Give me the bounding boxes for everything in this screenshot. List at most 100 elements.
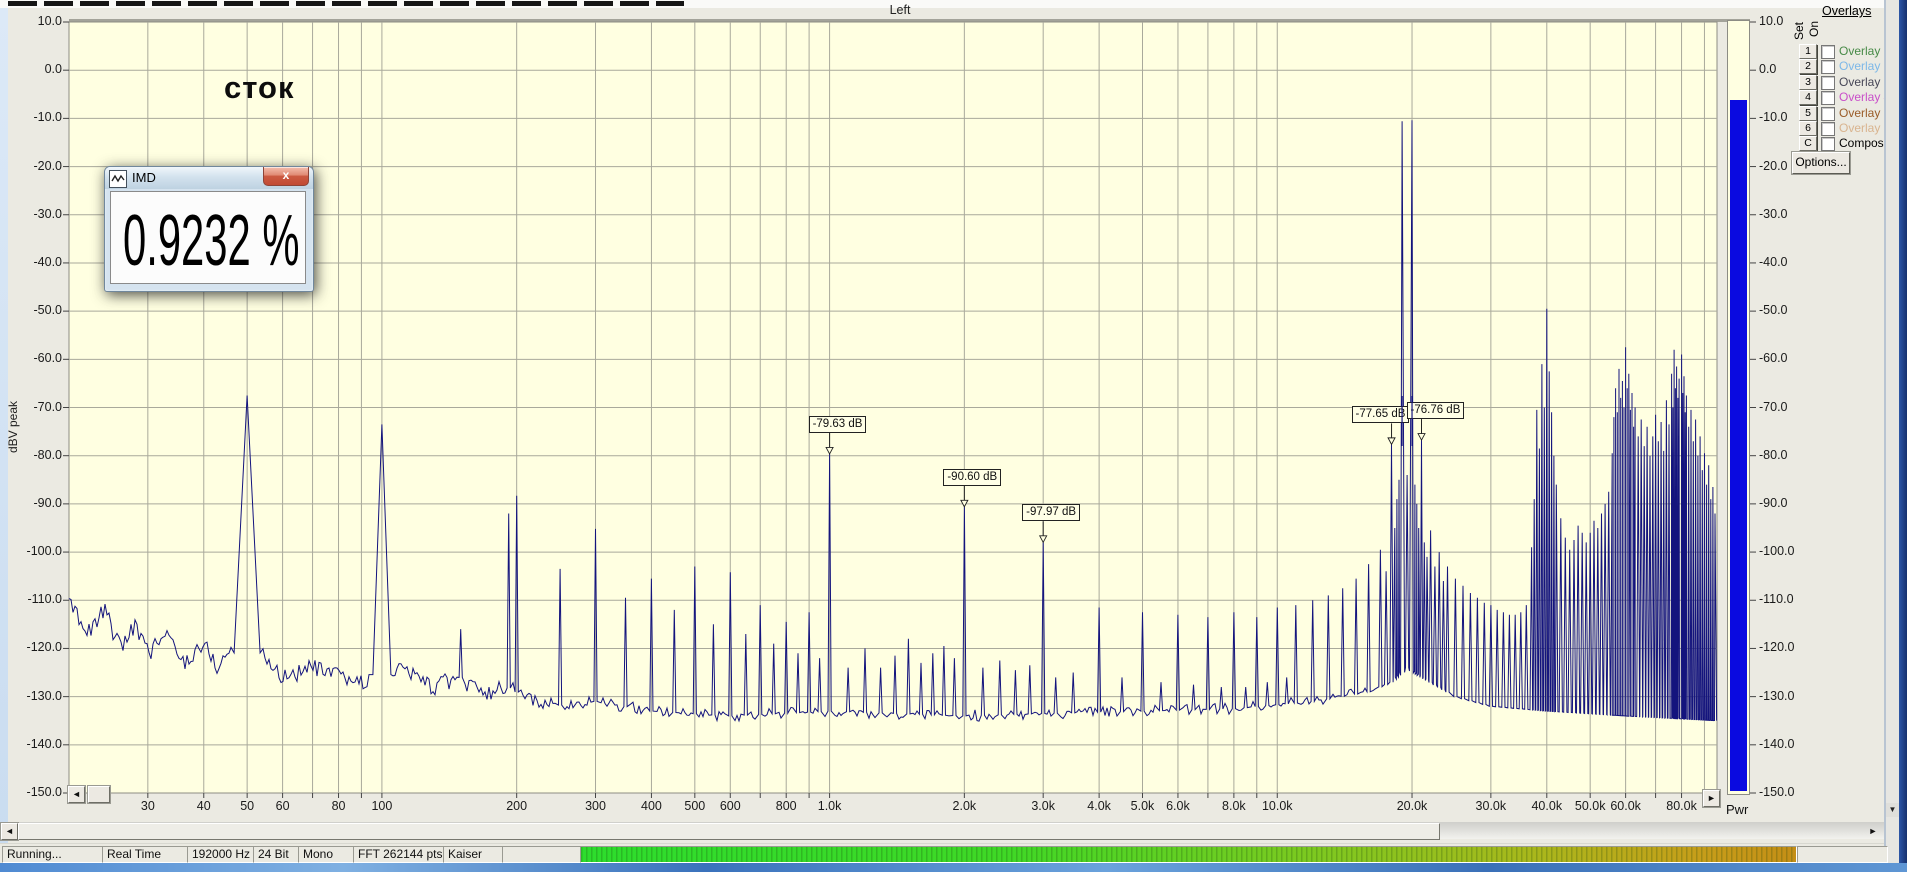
x-tick-label: 1.0k: [817, 799, 842, 813]
overlay-label-3: Overlay 3: [1839, 74, 1891, 89]
y-tick-label-right: -110.0: [1759, 592, 1794, 607]
y-tick-label-right: -60.0: [1759, 351, 1788, 366]
x-tick-label: 100: [371, 799, 393, 813]
overlays-set-column-label: Set: [1792, 21, 1807, 41]
window-border: [1899, 0, 1907, 872]
y-tick-label-right: -80.0: [1759, 447, 1788, 462]
y-tick-label: -120.0: [26, 640, 62, 655]
y-tick-label: -60.0: [33, 351, 63, 366]
overlay-set-button-5[interactable]: 5: [1799, 105, 1817, 121]
overlay-label-2: Overlay 2: [1839, 59, 1891, 74]
y-tick-label: -20.0: [33, 158, 63, 173]
overlay-set-button-C[interactable]: C: [1799, 136, 1817, 152]
overlay-on-checkbox-4[interactable]: [1821, 91, 1835, 106]
imd-dialog-titlebar[interactable]: IMD x: [105, 167, 313, 189]
y-tick-label-right: -100.0: [1759, 544, 1795, 559]
y-tick-label-right: -50.0: [1759, 303, 1788, 318]
peak-marker-label: -77.65 dB: [1351, 406, 1410, 424]
overlay-label-C: Composit: [1839, 136, 1890, 151]
overlay-set-button-1[interactable]: 1: [1799, 44, 1817, 59]
hscroll-right-button[interactable]: ►: [1866, 825, 1880, 837]
y-tick-label-right: -40.0: [1759, 254, 1788, 269]
y-tick-label-right: -90.0: [1759, 495, 1788, 510]
x-tick-label: 10.0k: [1261, 799, 1293, 813]
plot-annotation: сток: [224, 70, 295, 105]
overlay-on-checkbox-6[interactable]: [1821, 122, 1835, 136]
y-tick-label: -110.0: [27, 592, 62, 607]
x-tick-label: 600: [719, 799, 741, 813]
y-tick-label: -50.0: [33, 303, 63, 318]
imd-dialog-title: IMD: [132, 170, 156, 185]
x-tick-label: 6.0k: [1166, 799, 1190, 813]
status-panel-6: Kaiser: [443, 846, 504, 863]
peak-marker-label: -76.76 dB: [1406, 402, 1465, 420]
close-icon[interactable]: x: [263, 167, 309, 186]
y-tick-label: 0.0: [44, 62, 62, 77]
y-tick-label-right: -130.0: [1759, 688, 1795, 703]
overlay-set-button-2[interactable]: 2: [1799, 59, 1817, 75]
power-meter-bar: [1730, 100, 1747, 791]
y-tick-label-right: -150.0: [1759, 785, 1795, 799]
peak-marker-label: -97.97 dB: [1022, 504, 1081, 522]
options-button[interactable]: Options...: [1792, 152, 1850, 174]
peak-marker-label: -90.60 dB: [943, 468, 1002, 486]
plot-scroll-right-button[interactable]: ►: [1703, 790, 1720, 807]
status-panel-2: 192000 Hz: [187, 846, 255, 863]
desktop-background-sliver: [0, 863, 1907, 872]
y-tick-label-right: -30.0: [1759, 206, 1788, 221]
status-panel-4: Mono: [298, 846, 355, 863]
status-panel-5: FFT 262144 pts: [353, 846, 445, 863]
imd-dialog: IMD x 0.9232 %: [104, 166, 314, 292]
status-empty-panel: [1797, 846, 1888, 863]
status-panel-0: Running...: [2, 846, 104, 863]
overlay-on-checkbox-2[interactable]: [1821, 60, 1835, 75]
y-tick-label: -150.0: [26, 785, 62, 799]
status-level-meter: [580, 846, 1797, 863]
x-tick-label: 30: [140, 799, 155, 813]
overlay-set-button-3[interactable]: 3: [1799, 74, 1817, 90]
y-tick-label: 10.0: [37, 14, 62, 28]
y-tick-label: -70.0: [33, 399, 63, 414]
y-tick-label: -130.0: [26, 688, 62, 703]
x-tick-label: 300: [585, 799, 606, 813]
overlay-label-4: Overlay 4: [1839, 90, 1891, 105]
overlay-set-button-6[interactable]: 6: [1799, 121, 1817, 136]
y-tick-label-right: -120.0: [1759, 640, 1795, 655]
y-tick-label: -40.0: [33, 254, 63, 269]
x-tick-label: 30.0k: [1475, 799, 1507, 813]
plot-scroll-thumb[interactable]: [88, 786, 110, 803]
overlays-panel-title: Overlays: [1822, 4, 1872, 18]
spectrum-plot: [63, 21, 1756, 798]
overlay-on-checkbox-C[interactable]: [1821, 137, 1835, 152]
hscroll-left-button[interactable]: ◄: [1, 823, 18, 840]
y-tick-label: -10.0: [33, 110, 63, 125]
y-tick-label: -90.0: [33, 495, 63, 510]
overlay-label-6: Overlay 6: [1839, 121, 1891, 135]
x-tick-label: 60: [275, 799, 290, 813]
vertical-scrollbar[interactable]: [1886, 0, 1899, 863]
overlay-label-1: Overlay 1: [1839, 44, 1891, 58]
overlay-on-checkbox-1[interactable]: [1821, 45, 1835, 59]
x-tick-label: 2.0k: [952, 799, 977, 813]
imd-value: 0.9232 %: [123, 201, 300, 281]
vscroll-down-button[interactable]: ▼: [1886, 803, 1899, 817]
overlays-on-column-label: On: [1807, 20, 1822, 38]
x-tick-label: 20.0k: [1396, 799, 1428, 813]
y-tick-label: -80.0: [33, 447, 63, 462]
waveform-icon: [109, 170, 127, 188]
power-meter-label: Pwr: [1726, 802, 1749, 817]
y-tick-label: -140.0: [26, 736, 62, 751]
peak-marker-label: -79.63 dB: [808, 415, 867, 433]
overlay-label-5: Overlay 5: [1839, 105, 1891, 120]
x-tick-label: 200: [506, 799, 528, 813]
overlay-on-checkbox-3[interactable]: [1821, 75, 1835, 90]
overlay-set-button-4[interactable]: 4: [1799, 90, 1817, 106]
overlay-on-checkbox-5[interactable]: [1821, 106, 1835, 121]
x-tick-label: 60.0k: [1610, 799, 1641, 813]
status-empty-panel: [502, 846, 582, 863]
y-tick-label: -30.0: [33, 206, 63, 221]
hscroll-thumb[interactable]: [18, 823, 1440, 840]
x-tick-label: 3.0k: [1031, 799, 1055, 813]
imd-dialog-body: 0.9232 %: [110, 191, 306, 284]
plot-scroll-left-button[interactable]: ◄: [68, 786, 85, 803]
